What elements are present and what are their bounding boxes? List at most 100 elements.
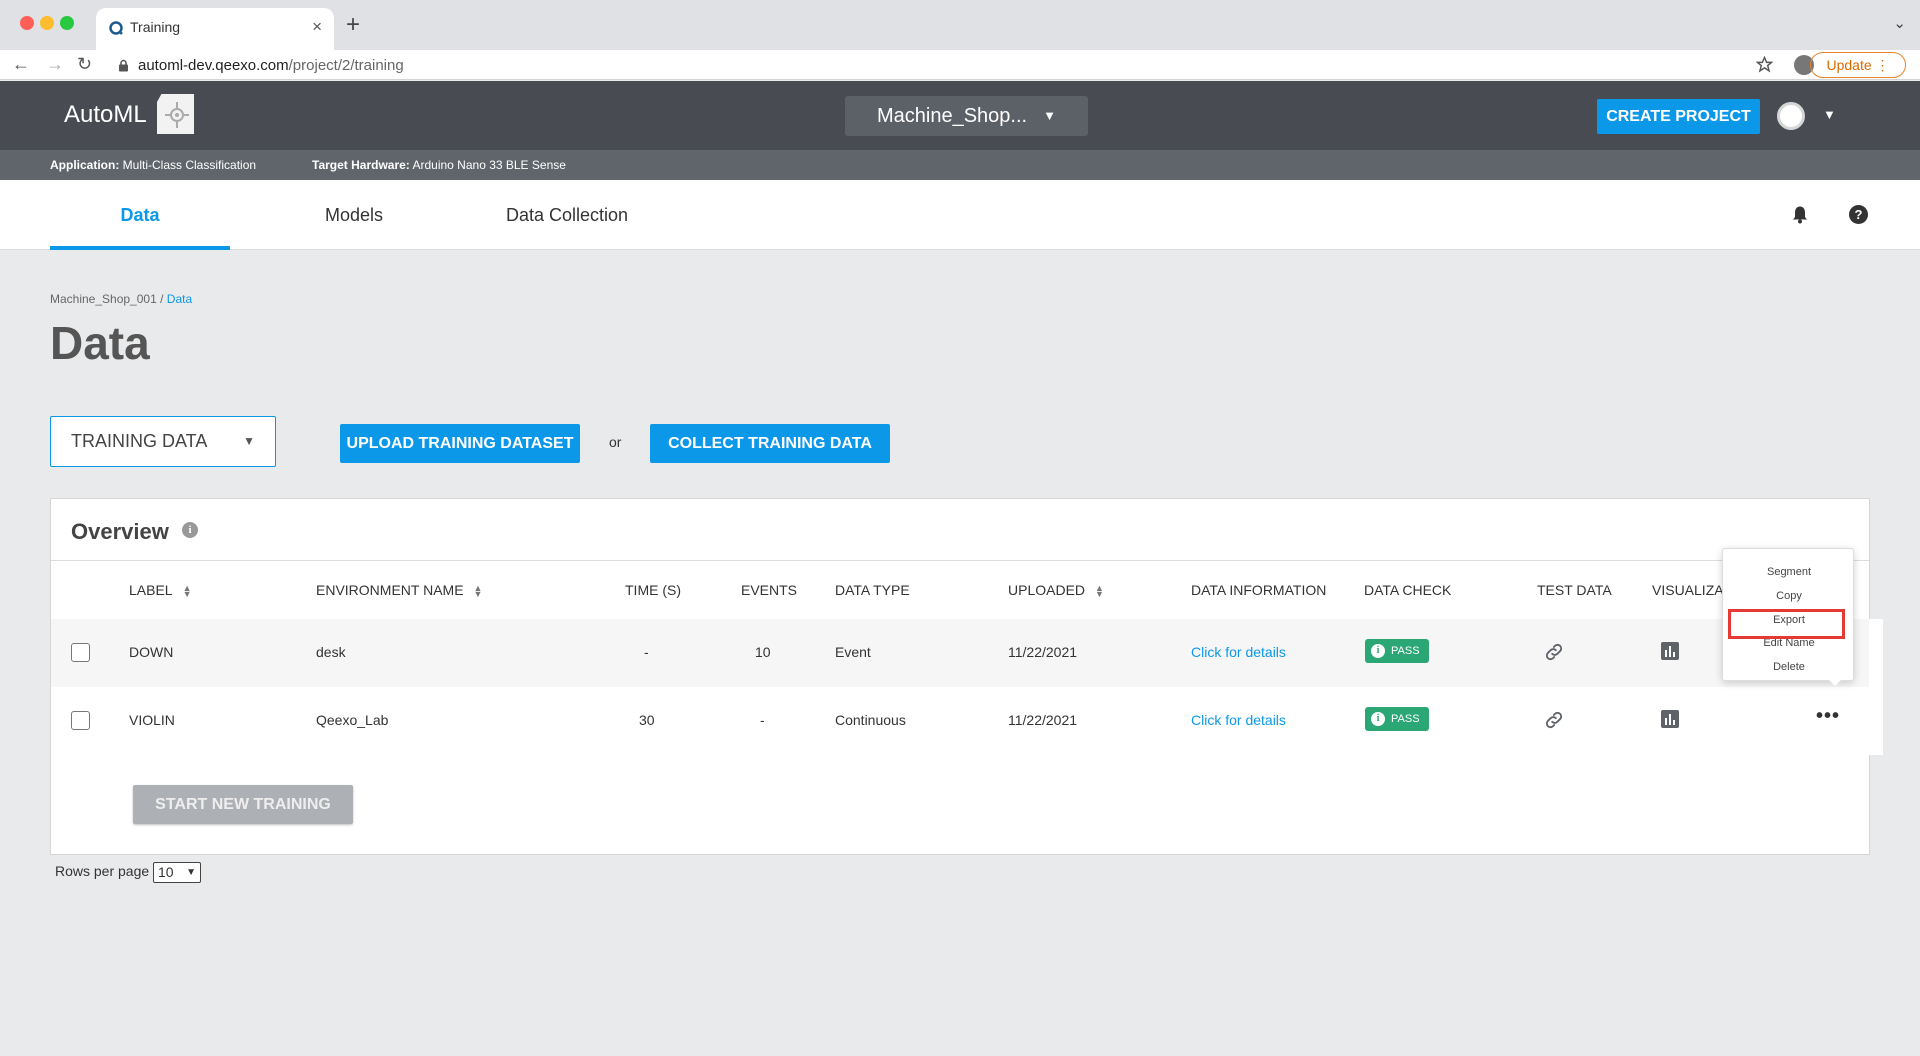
url-path: /project/2/training xyxy=(288,57,404,74)
close-tab-icon[interactable]: × xyxy=(312,17,322,37)
status-badge-text: PASS xyxy=(1391,713,1420,725)
cell-uploaded: 11/22/2021 xyxy=(1008,644,1078,660)
menu-item-segment[interactable]: Segment xyxy=(1723,566,1855,578)
sort-icon[interactable]: ▲ ▼ xyxy=(1095,584,1104,599)
cell-events: - xyxy=(760,712,765,728)
update-label: Update xyxy=(1826,57,1872,73)
status-badge: i PASS xyxy=(1365,639,1429,663)
cell-data-type: Event xyxy=(835,644,871,660)
data-details-link[interactable]: Click for details xyxy=(1191,712,1286,728)
project-name: Machine_Shop... xyxy=(877,105,1028,127)
column-header-uploaded[interactable]: UPLOADED ▲ ▼ xyxy=(1008,582,1104,599)
status-badge: i PASS xyxy=(1365,707,1429,731)
menu-item-delete[interactable]: Delete xyxy=(1723,661,1855,673)
cell-label: VIOLIN xyxy=(129,712,175,728)
project-info-bar: Application: Multi-Class Classification … xyxy=(0,150,1920,180)
application-label: Application: xyxy=(50,158,120,172)
app-header: AutoML Machine_Shop... ▼ CREATE PROJECT … xyxy=(0,81,1920,150)
tab-data-collection[interactable]: Data Collection xyxy=(477,180,657,250)
link-icon[interactable] xyxy=(1543,709,1565,731)
dataset-type-value: TRAINING DATA xyxy=(71,431,208,451)
row-checkbox[interactable] xyxy=(71,711,90,730)
caret-down-icon: ▼ xyxy=(1043,108,1056,123)
cell-data-type: Continuous xyxy=(835,712,906,728)
rows-per-page-select[interactable]: 10 ▼ xyxy=(153,862,201,883)
tab-title: Training xyxy=(130,19,181,35)
dataset-type-select[interactable]: TRAINING DATA ▼ xyxy=(50,416,276,467)
app-logo-text: AutoML xyxy=(64,101,147,128)
bar-chart-icon[interactable] xyxy=(1661,642,1679,660)
back-icon[interactable]: ← xyxy=(12,53,30,75)
url-field[interactable]: automl-dev.qeexo.com/project/2/training xyxy=(138,57,404,74)
column-header-data-information: DATA INFORMATION xyxy=(1191,582,1327,598)
overview-title: Overview xyxy=(71,519,169,544)
breadcrumb-separator: / xyxy=(160,292,164,306)
row-actions-menu: Segment Copy Export Edit Name Delete xyxy=(1722,548,1854,681)
create-project-button[interactable]: CREATE PROJECT xyxy=(1597,99,1760,134)
column-header-label[interactable]: LABEL ▲ ▼ xyxy=(129,582,192,599)
table-edge xyxy=(1869,619,1883,755)
bell-icon[interactable] xyxy=(1791,205,1809,224)
user-avatar[interactable] xyxy=(1777,102,1805,130)
cell-environment: desk xyxy=(316,644,346,660)
qeexo-logo-icon xyxy=(109,21,123,35)
info-icon[interactable]: i xyxy=(182,522,198,538)
row-checkbox[interactable] xyxy=(71,643,90,662)
info-icon: i xyxy=(1371,712,1385,726)
rows-per-page-value: 10 xyxy=(158,864,174,880)
breadcrumb-project[interactable]: Machine_Shop_001 xyxy=(50,292,157,306)
divider xyxy=(51,560,1869,561)
cell-events: 10 xyxy=(755,644,771,660)
bookmark-star-icon[interactable] xyxy=(1756,56,1773,73)
link-icon[interactable] xyxy=(1543,641,1565,663)
data-details-link[interactable]: Click for details xyxy=(1191,644,1286,660)
tab-data[interactable]: Data xyxy=(50,180,230,250)
more-vert-icon: ⋮ xyxy=(1875,57,1890,73)
start-new-training-button[interactable]: START NEW TRAINING xyxy=(133,785,353,824)
cell-environment: Qeexo_Lab xyxy=(316,712,389,728)
column-header-environment[interactable]: ENVIRONMENT NAME ▲ ▼ xyxy=(316,582,483,599)
main-nav: Data Models Data Collection ? xyxy=(0,180,1920,250)
new-tab-button[interactable]: + xyxy=(346,10,360,40)
upload-training-dataset-button[interactable]: UPLOAD TRAINING DATASET xyxy=(340,424,580,463)
hardware-info: Target Hardware: Arduino Nano 33 BLE Sen… xyxy=(312,150,566,180)
project-select[interactable]: Machine_Shop... ▼ xyxy=(845,96,1088,136)
menu-item-copy[interactable]: Copy xyxy=(1723,590,1855,602)
browser-tab[interactable]: Training × xyxy=(96,8,334,50)
help-icon[interactable]: ? xyxy=(1849,205,1868,224)
sort-icon[interactable]: ▲ ▼ xyxy=(474,584,483,599)
update-button[interactable]: Update ⋮ xyxy=(1810,52,1906,78)
column-header-data-check: DATA CHECK xyxy=(1364,582,1452,598)
breadcrumb-current[interactable]: Data xyxy=(167,292,192,306)
caret-down-icon: ▼ xyxy=(186,867,196,878)
browser-tab-bar: Training × + ⌄ xyxy=(0,0,1920,50)
hardware-label: Target Hardware: xyxy=(312,158,410,172)
maximize-window-button[interactable] xyxy=(60,16,74,30)
tab-models[interactable]: Models xyxy=(264,180,444,250)
cell-time: - xyxy=(644,644,649,660)
info-icon: i xyxy=(1371,644,1385,658)
or-text: or xyxy=(609,434,622,450)
collect-training-data-button[interactable]: COLLECT TRAINING DATA xyxy=(650,424,890,463)
application-info: Application: Multi-Class Classification xyxy=(50,150,256,180)
sort-icon[interactable]: ▲ ▼ xyxy=(183,584,192,599)
column-header-label-text: LABEL xyxy=(129,582,173,598)
close-window-button[interactable] xyxy=(20,16,34,30)
tab-search-icon[interactable]: ⌄ xyxy=(1893,14,1906,32)
minimize-window-button[interactable] xyxy=(40,16,54,30)
user-menu-caret-icon[interactable]: ▼ xyxy=(1823,107,1836,122)
overview-card: Overview i LABEL ▲ ▼ ENVIRONMENT NAME ▲ ▼ TI… xyxy=(50,498,1870,855)
page-title: Data xyxy=(50,317,150,369)
breadcrumb: Machine_Shop_001 / Data xyxy=(50,292,192,306)
application-value: Multi-Class Classification xyxy=(122,158,257,172)
column-header-test-data: TEST DATA xyxy=(1537,582,1612,598)
reload-icon[interactable]: ↻ xyxy=(77,53,92,75)
bar-chart-icon[interactable] xyxy=(1661,710,1679,728)
address-bar: ← → ↻ automl-dev.qeexo.com/project/2/tra… xyxy=(0,50,1920,80)
url-domain: automl-dev.qeexo.com xyxy=(138,57,289,74)
status-badge-text: PASS xyxy=(1391,645,1420,657)
table-row: DOWN desk - 10 Event 11/22/2021 Click fo… xyxy=(51,619,1869,687)
forward-icon[interactable]: → xyxy=(46,53,64,75)
more-horizontal-icon[interactable]: ••• xyxy=(1816,705,1840,728)
column-header-data-type: DATA TYPE xyxy=(835,582,910,598)
